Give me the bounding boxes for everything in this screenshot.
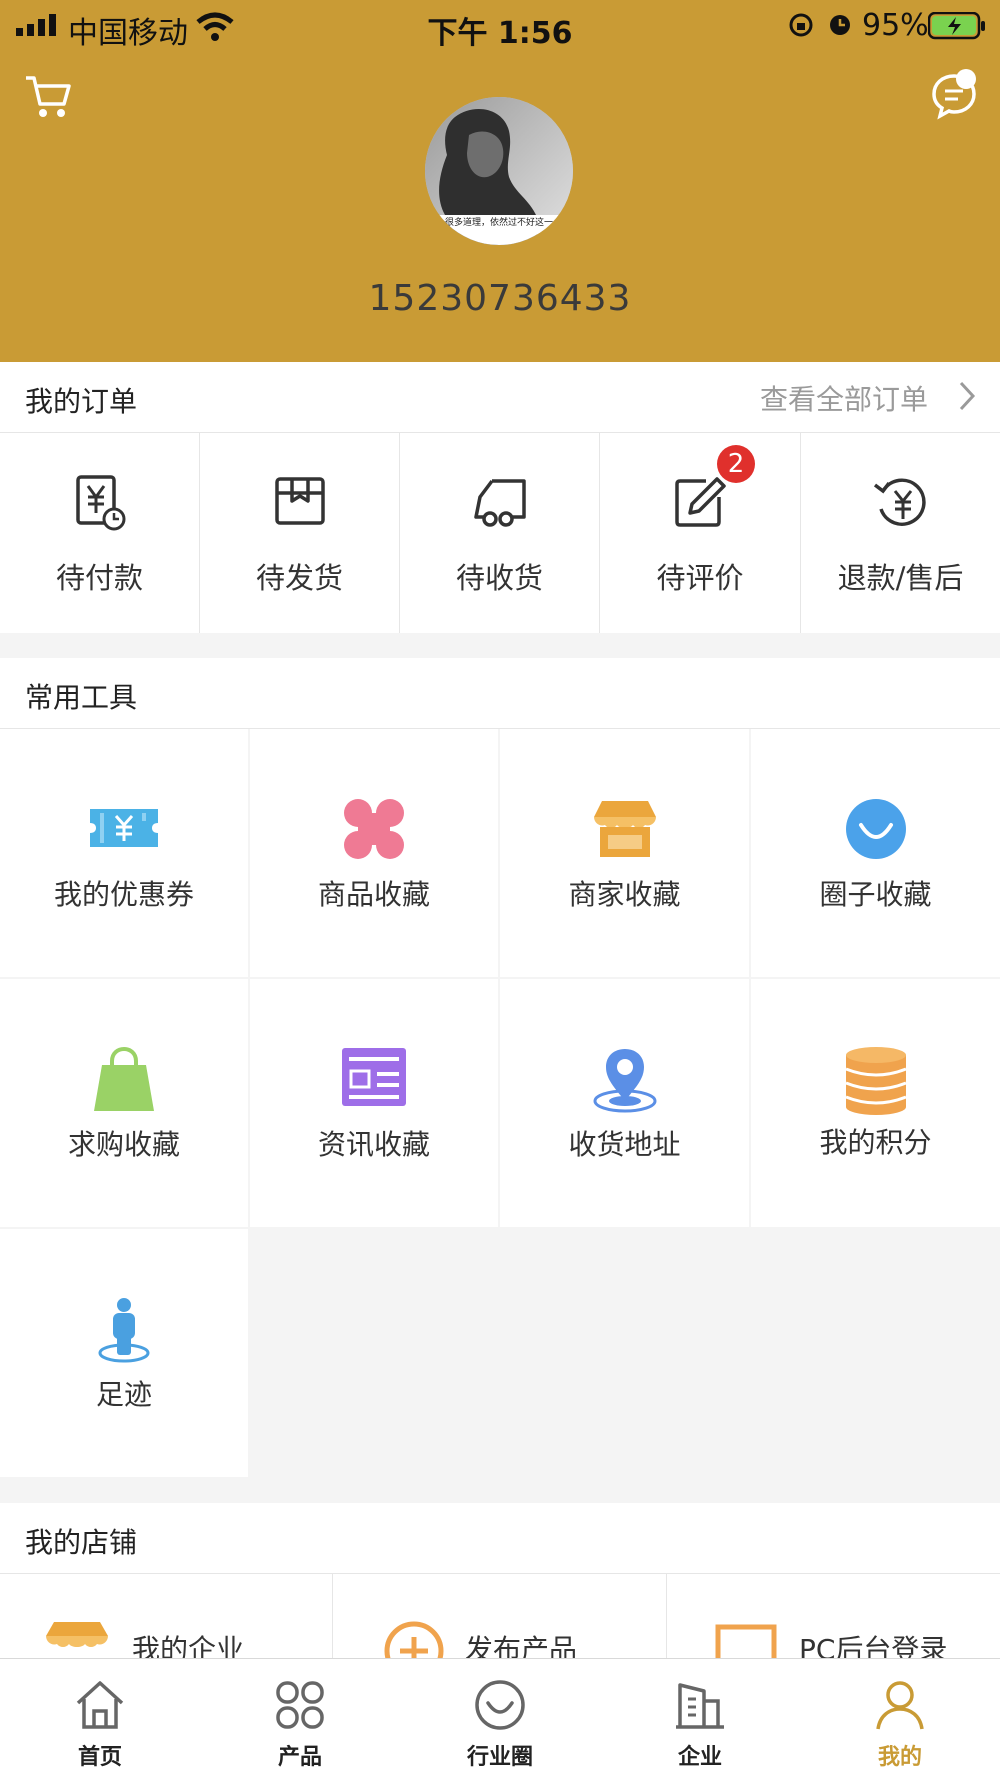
- tool-label: 足迹: [95, 1378, 152, 1411]
- shop-row: 我的企业 发布产品 PC后台登录: [0, 1574, 1000, 1658]
- shop-item-label: PC后台登录: [799, 1633, 948, 1658]
- alarm-icon: [826, 10, 854, 42]
- tool-label: 收货地址: [568, 1128, 681, 1161]
- plus-circle-icon: [383, 1620, 445, 1658]
- profile-header: 中国移动 下午 1:56 95% 很多道理，依然过不好这一 1523073643…: [0, 0, 1000, 362]
- order-pending-payment[interactable]: 待付款: [0, 433, 199, 633]
- tool-label: 我的积分: [819, 1126, 932, 1159]
- battery-icon: [927, 11, 988, 44]
- footprint-icon: [96, 1297, 152, 1363]
- rotation-lock-icon: [788, 12, 814, 42]
- coupon-icon: [86, 797, 162, 863]
- chevron-right-icon: [958, 380, 976, 416]
- shop-title: 我的店铺: [25, 1526, 138, 1559]
- tools-title: 常用工具: [25, 681, 138, 714]
- tab-label: 行业圈: [466, 1745, 533, 1770]
- tab-home[interactable]: 首页: [0, 1659, 200, 1779]
- tab-label: 企业: [677, 1745, 722, 1770]
- tab-enterprise[interactable]: 企业: [600, 1659, 800, 1779]
- grid-icon: [274, 1679, 326, 1735]
- tool-label: 商家收藏: [568, 878, 681, 911]
- tool-label: 求购收藏: [67, 1128, 180, 1161]
- refund-icon: [871, 473, 931, 533]
- location-icon: [592, 1047, 658, 1113]
- truck-icon: [470, 473, 530, 533]
- view-all-orders-link[interactable]: 查看全部订单: [760, 378, 976, 418]
- order-status-label: 待收货: [455, 561, 543, 595]
- order-status-label: 退款/售后: [837, 561, 964, 595]
- tab-products[interactable]: 产品: [200, 1659, 400, 1779]
- tool-shipping-address[interactable]: 收货地址: [500, 979, 749, 1227]
- news-icon: [341, 1047, 407, 1113]
- order-status-label: 待发货: [255, 561, 343, 595]
- tool-coupons[interactable]: 我的优惠券: [0, 729, 248, 977]
- avatar[interactable]: 很多道理，依然过不好这一: [425, 97, 573, 245]
- building-icon: [674, 1679, 726, 1735]
- laptop-icon: [715, 1624, 777, 1658]
- order-status-label: 待付款: [55, 561, 143, 595]
- smile-icon: [474, 1679, 526, 1735]
- bottom-tab-bar: 首页 产品 行业圈 企业 我的: [0, 1658, 1000, 1779]
- tool-points[interactable]: 我的积分: [751, 979, 1000, 1227]
- review-count-badge: 2: [717, 445, 755, 483]
- tools-header: 常用工具: [0, 658, 1000, 729]
- tab-industry-circle[interactable]: 行业圈: [400, 1659, 600, 1779]
- tool-footprint[interactable]: 足迹: [0, 1229, 248, 1477]
- tool-label: 资讯收藏: [317, 1128, 430, 1161]
- shop-header: 我的店铺: [0, 1503, 1000, 1574]
- user-icon: [874, 1679, 926, 1735]
- tool-label: 商品收藏: [317, 878, 430, 911]
- shop-icon: [592, 797, 658, 863]
- tool-product-favorites[interactable]: 商品收藏: [250, 729, 498, 977]
- orders-title: 我的订单: [25, 385, 138, 418]
- tool-label: 圈子收藏: [819, 878, 932, 911]
- order-refund-aftersale[interactable]: 退款/售后: [801, 433, 1000, 633]
- shop-item-label: 我的企业: [132, 1633, 245, 1658]
- cart-icon[interactable]: [24, 74, 72, 124]
- clover-icon: [342, 797, 406, 863]
- orders-header: 我的订单 查看全部订单: [0, 362, 1000, 433]
- tools-grid: 我的优惠券 商品收藏 商家收藏 圈子收藏 求购收藏 资讯收藏 收货地址 我的积分…: [0, 729, 1000, 1479]
- shop-my-company[interactable]: 我的企业: [0, 1574, 332, 1658]
- tab-label: 产品: [277, 1745, 322, 1770]
- tab-label: 首页: [77, 1745, 122, 1770]
- tool-label: 我的优惠券: [53, 878, 194, 911]
- view-all-label: 查看全部订单: [759, 383, 928, 416]
- tab-mine[interactable]: 我的: [800, 1659, 1000, 1779]
- tool-circle-favorites[interactable]: 圈子收藏: [751, 729, 1000, 977]
- avatar-caption: 很多道理，依然过不好这一: [444, 218, 553, 228]
- order-pending-shipment[interactable]: 待发货: [200, 433, 399, 633]
- order-pending-review[interactable]: 2 待评价: [600, 433, 800, 633]
- home-icon: [74, 1679, 126, 1735]
- smile-circle-icon: [844, 797, 908, 863]
- bag-icon: [92, 1046, 156, 1113]
- message-icon[interactable]: [930, 68, 982, 124]
- shop-item-label: 发布产品: [465, 1633, 578, 1658]
- shop-publish-product[interactable]: 发布产品: [333, 1574, 666, 1658]
- yuan-clock-icon: [70, 473, 130, 533]
- edit-icon: [670, 473, 730, 533]
- user-phone: 15230736433: [368, 278, 632, 319]
- battery-percent: 95%: [862, 8, 929, 43]
- tool-purchase-favorites[interactable]: 求购收藏: [0, 979, 248, 1227]
- order-status-row: 待付款 待发货 待收货 2 待评价 退款/售后: [0, 433, 1000, 633]
- shop-pc-login[interactable]: PC后台登录: [667, 1574, 1000, 1658]
- tool-news-favorites[interactable]: 资讯收藏: [250, 979, 498, 1227]
- order-status-label: 待评价: [656, 561, 744, 595]
- order-pending-receipt[interactable]: 待收货: [400, 433, 599, 633]
- tab-label: 我的: [877, 1745, 922, 1770]
- package-icon: [270, 473, 330, 533]
- tool-merchant-favorites[interactable]: 商家收藏: [500, 729, 749, 977]
- shop-icon: [46, 1622, 108, 1658]
- coins-icon: [844, 1045, 908, 1115]
